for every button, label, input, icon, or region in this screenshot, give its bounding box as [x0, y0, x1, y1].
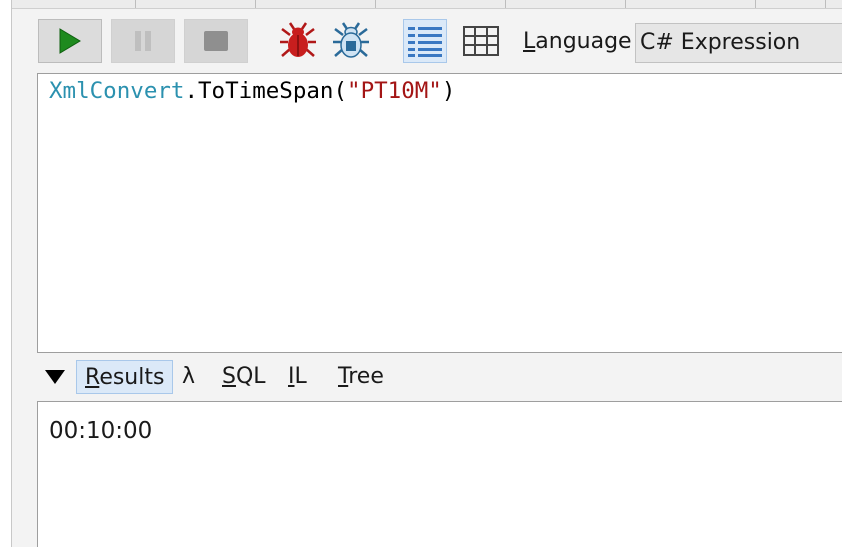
- data-grid-results-icon: [463, 26, 499, 56]
- play-icon: [59, 28, 81, 54]
- linqpad-window: Language C# Expression XmlConvert.ToTime…: [0, 0, 842, 547]
- tab-separator: [625, 0, 626, 8]
- language-label: Language: [523, 29, 632, 54]
- results-panel: 00:10:00: [37, 401, 842, 547]
- bug-step-icon: [333, 22, 369, 58]
- left-panel-edge: [0, 0, 12, 547]
- toolbar: Language C# Expression: [12, 9, 842, 73]
- code-token-string: "PT10M": [347, 78, 442, 104]
- pause-icon: [135, 31, 151, 51]
- stop-button[interactable]: [184, 19, 248, 63]
- query-tab-strip: [12, 0, 842, 9]
- debug-step-button[interactable]: [329, 19, 373, 63]
- results-tab-bar: Results λ SQL IL Tree: [37, 355, 842, 401]
- tab-il[interactable]: IL: [288, 360, 307, 394]
- code-line: XmlConvert.ToTimeSpan("PT10M"): [49, 78, 455, 104]
- triangle-down-icon: [45, 370, 65, 384]
- data-grid-results-button[interactable]: [459, 19, 503, 63]
- tab-sql[interactable]: SQL: [222, 360, 266, 394]
- tab-lambda[interactable]: λ: [182, 360, 195, 394]
- tab-results[interactable]: Results: [76, 360, 174, 394]
- run-button[interactable]: [38, 19, 102, 63]
- tab-separator: [755, 0, 756, 8]
- code-token-method: .ToTimeSpan(: [184, 78, 348, 104]
- result-value[interactable]: 00:10:00: [49, 418, 152, 444]
- tab-separator: [375, 0, 376, 8]
- tab-tree[interactable]: Tree: [338, 360, 384, 394]
- rich-text-results-button[interactable]: [403, 19, 447, 63]
- stop-icon: [204, 31, 228, 51]
- debug-button[interactable]: [276, 19, 320, 63]
- tab-separator: [505, 0, 506, 8]
- pause-button[interactable]: [111, 19, 175, 63]
- collapse-results-button[interactable]: [44, 360, 66, 394]
- tab-separator: [135, 0, 136, 8]
- tab-separator: [255, 0, 256, 8]
- code-token-type: XmlConvert: [49, 78, 185, 104]
- code-editor[interactable]: XmlConvert.ToTimeSpan("PT10M"): [37, 73, 842, 353]
- tab-separator: [825, 0, 826, 8]
- code-token-close: ): [441, 78, 456, 104]
- bug-icon: [280, 22, 316, 57]
- rich-text-results-icon: [408, 27, 442, 57]
- language-select[interactable]: C# Expression: [635, 23, 842, 63]
